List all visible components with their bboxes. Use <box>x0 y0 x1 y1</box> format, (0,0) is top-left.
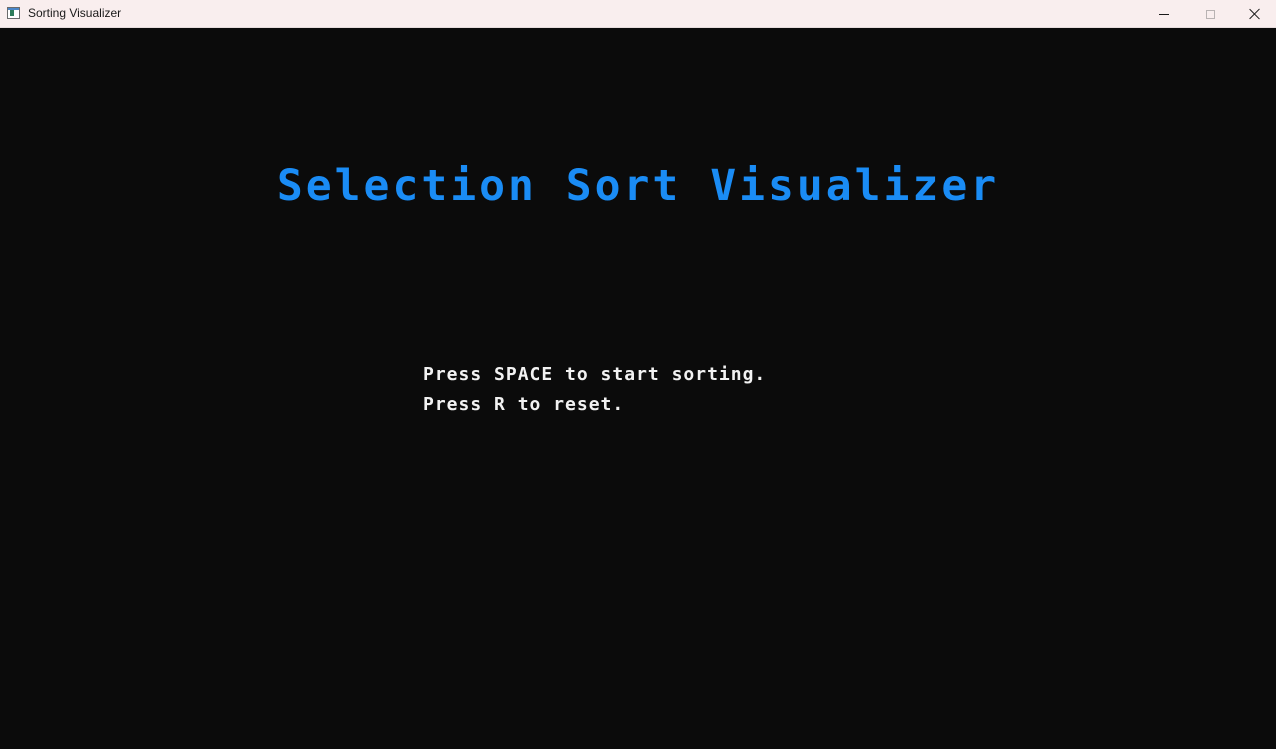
minimize-button[interactable] <box>1141 0 1187 28</box>
instruction-start: Press SPACE to start sorting. <box>423 364 767 385</box>
minimize-icon <box>1159 13 1169 15</box>
close-icon <box>1249 8 1261 20</box>
title-bar[interactable]: Sorting Visualizer <box>0 0 1276 28</box>
app-window: Sorting Visualizer Selection Sort Visual… <box>0 0 1276 749</box>
maximize-icon <box>1205 9 1215 19</box>
page-title: Selection Sort Visualizer <box>276 161 1000 211</box>
app-icon <box>7 7 20 19</box>
maximize-button[interactable] <box>1187 0 1233 28</box>
instructions-panel: Press SPACE to start sorting. Press R to… <box>423 360 766 420</box>
window-title: Sorting Visualizer <box>28 6 122 20</box>
close-button[interactable] <box>1232 0 1276 28</box>
instruction-reset: Press R to reset. <box>423 394 625 415</box>
game-canvas[interactable]: Selection Sort Visualizer Press SPACE to… <box>0 29 1276 749</box>
